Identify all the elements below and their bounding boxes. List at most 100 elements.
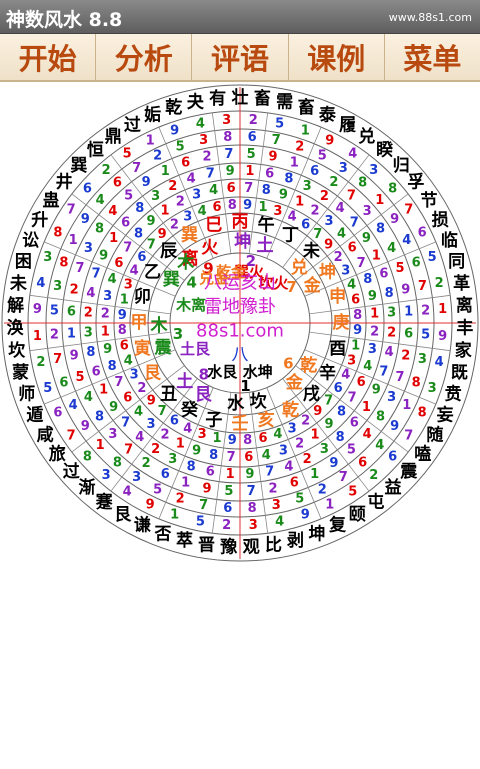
digit-ring-1: 9	[390, 419, 399, 434]
digit-ring-1: 7	[199, 498, 208, 513]
digit-ring-4: 2	[160, 428, 169, 443]
hexagram-label: 需	[276, 93, 293, 113]
hexagram-label: 有	[209, 88, 226, 109]
digit-ring-3: 3	[151, 189, 160, 204]
digit-ring-5: 4	[273, 427, 282, 442]
digit-ring-0: 9	[33, 302, 42, 317]
hexagram-label: 复	[328, 515, 347, 536]
digit-ring-0: 5	[123, 147, 132, 162]
digit-ring-5: 6	[120, 339, 129, 354]
digit-ring-5: 3	[341, 263, 350, 278]
hexagram-label: 蛊	[43, 190, 60, 211]
digit-ring-1: 6	[223, 501, 232, 516]
digit-ring-1: 8	[248, 501, 257, 516]
hexagram-label: 随	[426, 425, 443, 446]
menu-bar: 开始 分析 评语 课例 菜单	[0, 34, 480, 82]
digit-ring-4: 7	[227, 450, 236, 465]
digit-ring-0: 8	[83, 449, 92, 464]
digit-ring-4: 6	[357, 375, 366, 390]
digit-ring-5: 9	[158, 227, 167, 242]
trigram-element: 木	[150, 315, 169, 336]
digit-ring-2: 1	[404, 304, 413, 319]
digit-ring-4: 6	[244, 450, 253, 465]
digit-ring-4: 1	[310, 428, 319, 443]
digit-ring-1: 1	[69, 233, 78, 248]
hexagram-label: 既	[451, 363, 468, 383]
digit-ring-1: 5	[153, 482, 162, 497]
digit-ring-0: 6	[388, 449, 397, 464]
digit-ring-3: 4	[385, 345, 394, 360]
digit-ring-3: 9	[226, 164, 235, 179]
digit-ring-0: 1	[33, 329, 42, 344]
digit-ring-4: 2	[310, 203, 319, 218]
hexagram-label: 姤	[144, 105, 161, 126]
hexagram-label: 升	[31, 210, 48, 230]
digit-ring-4: 9	[103, 342, 112, 357]
hexagram-label: 屯	[367, 491, 384, 512]
mountain-label: 坤	[319, 262, 336, 283]
mountain-label: 乾	[282, 400, 299, 421]
digit-ring-2: 3	[363, 204, 372, 219]
comments-button[interactable]: 评语	[192, 34, 289, 80]
digit-ring-0: 3	[222, 113, 231, 128]
digit-ring-0: 2	[222, 518, 231, 533]
center-text-line: 88s1.com	[196, 321, 284, 342]
analyze-button[interactable]: 分析	[96, 34, 193, 80]
inner-star: 水艮	[207, 363, 238, 381]
digit-ring-4: 2	[176, 194, 185, 209]
digit-ring-1: 3	[53, 279, 62, 294]
examples-button[interactable]: 课例	[289, 34, 385, 80]
digit-ring-5: 2	[301, 414, 310, 429]
digit-ring-4: 3	[368, 342, 377, 357]
mountain-label: 辛	[319, 363, 336, 384]
hexagram-label: 否	[154, 524, 172, 544]
digit-ring-2: 1	[290, 156, 299, 171]
digit-ring-5: 8	[228, 198, 237, 213]
mountain-label: 寅	[134, 338, 151, 359]
digit-ring-0: 7	[404, 203, 413, 218]
digit-ring-0: 4	[123, 484, 132, 499]
digit-ring-0: 9	[325, 133, 334, 148]
digit-ring-1: 8	[412, 375, 421, 390]
digit-ring-2: 7	[224, 147, 233, 162]
digit-ring-3: 3	[387, 306, 396, 321]
digit-ring-3: 9	[109, 400, 118, 415]
digit-ring-5: 1	[120, 293, 129, 308]
digit-ring-5: 1	[258, 200, 267, 215]
hexagram-label: 萃	[176, 530, 193, 551]
start-button[interactable]: 开始	[0, 34, 97, 80]
digit-ring-2: 9	[401, 283, 410, 298]
digit-ring-2: 3	[84, 241, 93, 256]
trigram-element: 金	[285, 372, 304, 393]
digit-ring-4: 7	[244, 181, 253, 196]
digit-ring-5: 9	[353, 323, 362, 338]
digit-ring-0: 3	[369, 163, 378, 178]
mountain-label: 壬	[232, 414, 249, 434]
digit-ring-3: 1	[109, 231, 118, 246]
feng-shui-compass[interactable]: 豫晋萃否谦艮蹇渐过旅咸遁师蒙坎涣解未困讼升蛊井巽恒鼎过姤乾夬有壮畜需畜泰履兑睽归…	[0, 83, 480, 563]
digit-ring-0: 9	[146, 498, 155, 513]
digit-ring-1: 3	[418, 352, 427, 367]
hexagram-label: 壮	[232, 87, 249, 108]
digit-ring-1: 6	[358, 455, 367, 470]
menu-button[interactable]: 菜单	[385, 34, 480, 80]
digit-ring-3: 1	[362, 400, 371, 415]
digit-ring-2: 4	[84, 390, 93, 405]
digit-ring-4: 7	[123, 241, 132, 256]
hexagram-label: 师	[18, 384, 35, 405]
digit-ring-5: 9	[147, 393, 156, 408]
digit-ring-3: 2	[84, 306, 93, 321]
hexagram-label: 旅	[49, 443, 66, 464]
hexagram-label: 临	[441, 230, 458, 251]
digit-ring-4: 3	[103, 289, 112, 304]
digit-ring-5: 9	[243, 198, 252, 213]
hexagram-label: 颐	[349, 505, 366, 525]
digit-ring-1: 2	[50, 328, 59, 343]
digit-ring-0: 8	[418, 405, 427, 420]
digit-ring-3: 7	[265, 465, 274, 480]
mountain-label: 卯	[134, 287, 151, 307]
digit-ring-4: 8	[337, 405, 346, 420]
hexagram-label: 蹇	[96, 491, 114, 512]
trigram-element: 金	[303, 275, 322, 296]
hexagram-label: 观	[242, 538, 260, 558]
